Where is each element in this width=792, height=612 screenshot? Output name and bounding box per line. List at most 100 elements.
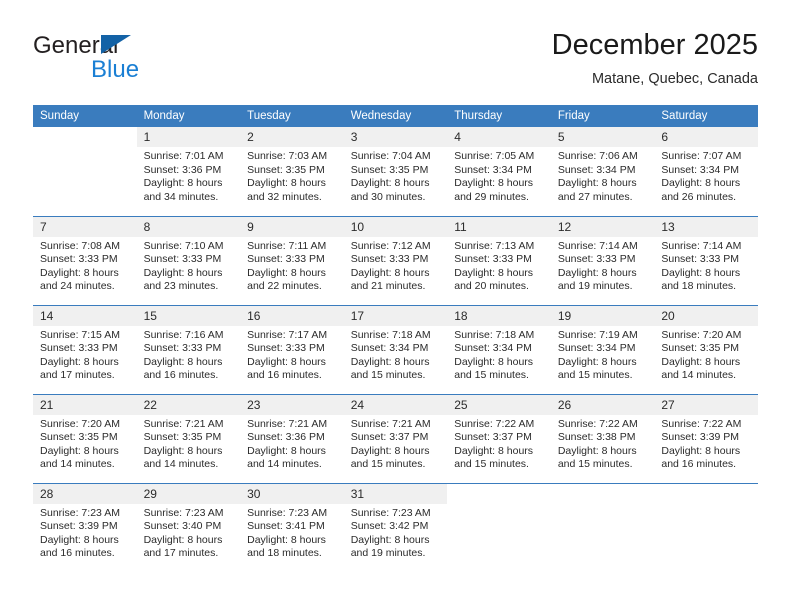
daylight-text-line2: and 34 minutes. — [143, 190, 219, 203]
calendar-day-cell[interactable]: 15 Sunrise: 7:16 AM Sunset: 3:33 PM Dayligh… — [136, 304, 241, 394]
calendar-day-cell[interactable]: 24 Sunrise: 7:21 AM Sunset: 3:37 PM Dayligh… — [343, 393, 448, 483]
calendar-day-cell[interactable]: 14 Sunrise: 7:15 AM Sunset: 3:33 PM Dayligh… — [33, 304, 137, 394]
calendar-cell-inner: 5 Sunrise: 7:06 AM Sunset: 3:34 PM Daylight… — [550, 127, 655, 216]
calendar-day-cell[interactable]: 11 Sunrise: 7:13 AM Sunset: 3:33 PM Dayligh… — [447, 215, 551, 305]
sunrise-text: Sunrise: 7:23 AM — [143, 506, 224, 519]
calendar-day-cell[interactable]: 28 Sunrise: 7:23 AM Sunset: 3:39 PM Dayligh… — [33, 482, 137, 572]
daylight-text-line1: Daylight: 8 hours — [661, 177, 741, 190]
calendar-day-cell[interactable]: 2 Sunrise: 7:03 AM Sunset: 3:35 PM Daylight… — [240, 127, 344, 216]
weekday-header-thursday: Thursday — [447, 105, 551, 127]
daylight-text-line2: and 14 minutes. — [247, 458, 322, 471]
calendar-cell-empty — [33, 127, 137, 216]
sunset-text: Sunset: 3:35 PM — [661, 342, 740, 355]
calendar-cell-inner: 13 Sunrise: 7:14 AM Sunset: 3:33 PM Dayligh… — [654, 216, 758, 305]
calendar-day-cell[interactable]: 9 Sunrise: 7:11 AM Sunset: 3:33 PM Daylight… — [240, 215, 344, 305]
sunrise-text: Sunrise: 7:04 AM — [350, 150, 431, 162]
calendar-week-row: 1 Sunrise: 7:01 AM Sunset: 3:36 PM Daylight… — [33, 127, 758, 216]
calendar-day-cell[interactable]: 30 Sunrise: 7:23 AM Sunset: 3:41 PM Dayligh… — [240, 482, 344, 573]
sunrise-text: Sunrise: 7:14 AM — [661, 239, 742, 252]
day-number: 27 — [654, 394, 758, 415]
calendar-day-cell[interactable]: 26 Sunrise: 7:22 AM Sunset: 3:38 PM Dayligh… — [550, 393, 655, 483]
sunset-text: Sunset: 3:34 PM — [661, 163, 740, 176]
daylight-text-line1: Daylight: 8 hours — [454, 177, 534, 190]
calendar-day-cell[interactable]: 5 Sunrise: 7:06 AM Sunset: 3:34 PM Daylight… — [550, 127, 655, 216]
daylight-text-line1: Daylight: 8 hours — [40, 444, 119, 457]
day-number — [654, 484, 758, 504]
day-info: Sunrise: 7:23 AM Sunset: 3:41 PM Daylight:… — [240, 504, 344, 561]
daylight-text-line1: Daylight: 8 hours — [557, 444, 637, 457]
daylight-text-line2: and 17 minutes. — [40, 369, 115, 382]
day-number — [447, 484, 551, 504]
calendar-cell-inner: 10 Sunrise: 7:12 AM Sunset: 3:33 PM Dayligh… — [343, 216, 448, 305]
calendar-day-cell[interactable]: 20 Sunrise: 7:20 AM Sunset: 3:35 PM Dayligh… — [654, 304, 758, 394]
calendar-day-cell[interactable]: 29 Sunrise: 7:23 AM Sunset: 3:40 PM Dayligh… — [136, 482, 241, 573]
calendar-cell-inner: 23 Sunrise: 7:21 AM Sunset: 3:36 PM Dayligh… — [240, 394, 344, 483]
calendar-day-cell[interactable]: 10 Sunrise: 7:12 AM Sunset: 3:33 PM Dayligh… — [343, 215, 448, 305]
calendar-cell-inner: 22 Sunrise: 7:21 AM Sunset: 3:35 PM Dayligh… — [136, 394, 241, 483]
day-number: 12 — [550, 216, 655, 237]
day-number: 5 — [550, 127, 655, 147]
calendar-day-cell[interactable]: 1 Sunrise: 7:01 AM Sunset: 3:36 PM Daylight… — [136, 127, 241, 216]
sunset-text: Sunset: 3:33 PM — [661, 253, 740, 266]
calendar-day-cell[interactable]: 21 Sunrise: 7:20 AM Sunset: 3:35 PM Dayligh… — [33, 393, 137, 483]
daylight-text-line2: and 32 minutes. — [247, 190, 322, 203]
sunset-text: Sunset: 3:33 PM — [557, 253, 636, 266]
daylight-text-line1: Daylight: 8 hours — [661, 355, 741, 368]
sunset-text: Sunset: 3:41 PM — [247, 520, 325, 533]
daylight-text-line2: and 15 minutes. — [454, 458, 529, 471]
daylight-text-line1: Daylight: 8 hours — [143, 177, 223, 190]
calendar-day-cell[interactable]: 8 Sunrise: 7:10 AM Sunset: 3:33 PM Daylight… — [136, 215, 241, 305]
calendar-cell-inner: 31 Sunrise: 7:23 AM Sunset: 3:42 PM Dayligh… — [343, 483, 448, 573]
sunset-text: Sunset: 3:33 PM — [454, 253, 532, 266]
weekday-header-saturday: Saturday — [654, 105, 758, 127]
sunrise-text: Sunrise: 7:13 AM — [454, 239, 535, 252]
sunset-text: Sunset: 3:40 PM — [143, 520, 222, 533]
daylight-text-line2: and 21 minutes. — [350, 280, 426, 293]
daylight-text-line2: and 15 minutes. — [454, 369, 529, 382]
day-number: 30 — [240, 483, 344, 504]
calendar-day-cell[interactable]: 7 Sunrise: 7:08 AM Sunset: 3:33 PM Daylight… — [33, 215, 137, 305]
calendar-day-cell[interactable]: 23 Sunrise: 7:21 AM Sunset: 3:36 PM Dayligh… — [240, 393, 344, 483]
calendar-cell-inner: 14 Sunrise: 7:15 AM Sunset: 3:33 PM Dayligh… — [33, 305, 137, 394]
day-number: 4 — [447, 127, 551, 147]
calendar-day-cell[interactable]: 22 Sunrise: 7:21 AM Sunset: 3:35 PM Dayligh… — [136, 393, 241, 483]
daylight-text-line2: and 27 minutes. — [557, 190, 633, 203]
daylight-text-line1: Daylight: 8 hours — [143, 266, 223, 279]
calendar-day-cell[interactable]: 25 Sunrise: 7:22 AM Sunset: 3:37 PM Dayligh… — [447, 393, 551, 483]
sunrise-text: Sunrise: 7:18 AM — [350, 328, 431, 341]
day-info: Sunrise: 7:05 AM Sunset: 3:34 PM Daylight:… — [447, 147, 551, 204]
daylight-text-line2: and 16 minutes. — [661, 458, 737, 471]
general-blue-logo[interactable]: General Blue — [33, 32, 233, 88]
day-number: 1 — [136, 127, 241, 147]
calendar-day-cell[interactable]: 6 Sunrise: 7:07 AM Sunset: 3:34 PM Daylight… — [654, 127, 758, 216]
day-info: Sunrise: 7:21 AM Sunset: 3:37 PM Daylight:… — [344, 415, 448, 472]
day-number: 28 — [33, 483, 137, 504]
day-info: Sunrise: 7:21 AM Sunset: 3:35 PM Daylight:… — [137, 415, 241, 472]
calendar-cell-inner: 29 Sunrise: 7:23 AM Sunset: 3:40 PM Dayligh… — [136, 483, 241, 573]
sunset-text: Sunset: 3:36 PM — [247, 431, 325, 444]
sunset-text: Sunset: 3:34 PM — [454, 163, 532, 176]
calendar-day-cell[interactable]: 12 Sunrise: 7:14 AM Sunset: 3:33 PM Dayligh… — [550, 215, 655, 305]
calendar-cell-inner: 2 Sunrise: 7:03 AM Sunset: 3:35 PM Daylight… — [240, 127, 344, 216]
calendar-cell-inner: 30 Sunrise: 7:23 AM Sunset: 3:41 PM Dayligh… — [240, 483, 344, 573]
daylight-text-line1: Daylight: 8 hours — [350, 444, 430, 457]
calendar-day-cell[interactable]: 3 Sunrise: 7:04 AM Sunset: 3:35 PM Daylight… — [343, 127, 448, 216]
calendar-day-cell[interactable]: 4 Sunrise: 7:05 AM Sunset: 3:34 PM Daylight… — [447, 127, 551, 216]
calendar-cell-inner: 7 Sunrise: 7:08 AM Sunset: 3:33 PM Daylight… — [33, 216, 137, 305]
daylight-text-line1: Daylight: 8 hours — [247, 177, 326, 190]
calendar-day-cell[interactable]: 31 Sunrise: 7:23 AM Sunset: 3:42 PM Dayligh… — [343, 482, 448, 573]
calendar-day-cell[interactable]: 17 Sunrise: 7:18 AM Sunset: 3:34 PM Dayligh… — [343, 304, 448, 394]
day-info: Sunrise: 7:21 AM Sunset: 3:36 PM Daylight:… — [240, 415, 344, 472]
calendar-day-cell[interactable]: 13 Sunrise: 7:14 AM Sunset: 3:33 PM Dayligh… — [654, 215, 758, 305]
calendar-day-cell[interactable]: 16 Sunrise: 7:17 AM Sunset: 3:33 PM Dayligh… — [240, 304, 344, 394]
day-info: Sunrise: 7:22 AM Sunset: 3:37 PM Daylight:… — [447, 415, 551, 472]
calendar-day-cell[interactable]: 27 Sunrise: 7:22 AM Sunset: 3:39 PM Dayligh… — [654, 393, 758, 483]
day-info: Sunrise: 7:20 AM Sunset: 3:35 PM Daylight:… — [654, 326, 758, 383]
sunrise-text: Sunrise: 7:08 AM — [40, 239, 120, 252]
sunrise-text: Sunrise: 7:21 AM — [143, 417, 224, 430]
day-info: Sunrise: 7:14 AM Sunset: 3:33 PM Daylight:… — [654, 237, 758, 294]
calendar-day-cell[interactable]: 18 Sunrise: 7:18 AM Sunset: 3:34 PM Dayligh… — [447, 304, 551, 394]
calendar-cell-inner — [447, 484, 551, 573]
daylight-text-line2: and 16 minutes. — [247, 369, 322, 382]
calendar-day-cell[interactable]: 19 Sunrise: 7:19 AM Sunset: 3:34 PM Dayligh… — [550, 304, 655, 394]
